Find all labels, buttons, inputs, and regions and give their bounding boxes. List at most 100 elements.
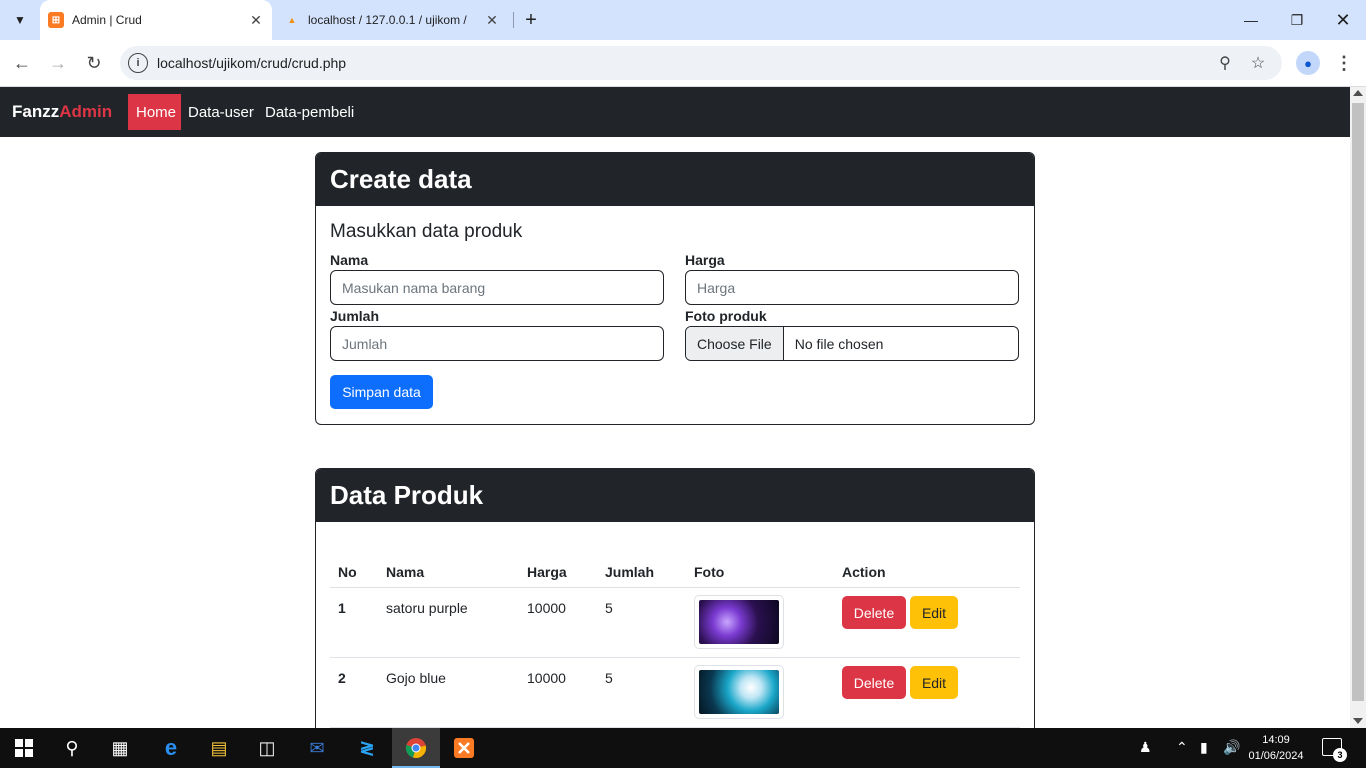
xampp-icon: ⊞ (48, 12, 64, 28)
system-clock[interactable]: 14:09 01/06/2024 (1246, 732, 1306, 764)
tab-title: localhost / 127.0.0.1 / ujikom / (308, 13, 467, 27)
windows-start-icon[interactable] (8, 732, 40, 764)
nama-input[interactable]: Masukan nama barang (330, 270, 664, 305)
row-jumlah: 5 (605, 600, 613, 616)
phpmyadmin-icon: ▲ (287, 15, 297, 25)
column-header-no: No (338, 564, 357, 580)
delete-button[interactable]: Delete (842, 666, 906, 699)
show-hidden-icons-chevron-icon[interactable]: ⌃ (1176, 739, 1188, 756)
data-card-title: Data Produk (316, 469, 1034, 522)
nav-data-user-label: Data-user (188, 103, 254, 121)
tab-search-icon[interactable]: ▼ (8, 8, 32, 32)
battery-icon[interactable]: ▮ (1200, 739, 1208, 756)
people-icon[interactable]: ♟ (1139, 739, 1152, 756)
site-info-icon[interactable]: i (128, 53, 148, 73)
page-scrollbar[interactable] (1350, 87, 1366, 728)
create-card-title: Create data (316, 153, 1034, 206)
scroll-up-arrow-icon[interactable] (1353, 90, 1363, 96)
windows-taskbar: ⚲ ▦ e ▤ ◫ ✉ ≷ ♟ ⌃ ▮ 🔊 14:09 01/06/2024 3 (0, 728, 1366, 768)
row-jumlah: 5 (605, 670, 613, 686)
row-no: 1 (338, 600, 346, 616)
forward-button[interactable]: → (43, 48, 73, 78)
jumlah-placeholder: Jumlah (342, 335, 388, 352)
data-produk-card: Data Produk No Nama Harga Jumlah Foto Ac… (315, 468, 1035, 728)
minimize-button[interactable]: — (1228, 0, 1274, 40)
foto-file-input[interactable]: Choose File No file chosen (685, 326, 1019, 361)
scroll-thumb[interactable] (1352, 103, 1364, 701)
foto-label: Foto produk (685, 308, 767, 324)
tab-admin-crud[interactable]: ⊞ Admin | Crud ✕ (40, 0, 272, 40)
bookmark-star-icon[interactable]: ☆ (1247, 52, 1269, 74)
choose-file-button[interactable]: Choose File (686, 327, 784, 360)
harga-input[interactable]: Harga (685, 270, 1019, 305)
edge-icon[interactable]: e (155, 732, 187, 764)
create-data-card: Create data Masukkan data produk Nama Ma… (315, 152, 1035, 425)
tab-divider (513, 12, 514, 28)
close-window-button[interactable]: ✕ (1320, 0, 1366, 40)
browser-menu-icon[interactable]: ⋮ (1334, 50, 1354, 76)
nav-data-user[interactable]: Data-user (180, 94, 262, 130)
xampp-taskbar-icon[interactable] (448, 732, 480, 764)
nav-data-pembeli-label: Data-pembeli (265, 103, 355, 121)
file-explorer-icon[interactable]: ▤ (203, 732, 235, 764)
new-tab-button[interactable]: + (520, 8, 542, 32)
address-bar[interactable]: i localhost/ujikom/crud/crud.php ⚲ ☆ (120, 46, 1282, 80)
tab-title: Admin | Crud (72, 13, 142, 27)
nav-home-label: Home (136, 103, 177, 121)
tab-phpmyadmin[interactable]: ▲ localhost / 127.0.0.1 / ujikom / ✕ (276, 0, 508, 40)
url-text[interactable]: localhost/ujikom/crud/crud.php (157, 55, 346, 71)
browser-tabstrip: ▼ ⊞ Admin | Crud ✕ ▲ localhost / 127.0.0… (0, 0, 1366, 40)
clock-date: 01/06/2024 (1248, 750, 1304, 762)
row-no: 2 (338, 670, 346, 686)
column-header-foto: Foto (694, 564, 725, 580)
row-nama: satoru purple (386, 600, 468, 616)
close-tab-icon[interactable]: ✕ (246, 10, 266, 30)
vscode-icon[interactable]: ≷ (351, 732, 383, 764)
profile-avatar-icon[interactable]: ● (1296, 51, 1320, 75)
browser-toolbar: ← → ↻ i localhost/ujikom/crud/crud.php ⚲… (0, 40, 1366, 87)
back-button[interactable]: ← (7, 48, 37, 78)
search-icon[interactable]: ⚲ (56, 732, 88, 764)
delete-button[interactable]: Delete (842, 596, 906, 629)
form-subtitle: Masukkan data produk (330, 221, 523, 242)
reload-button[interactable]: ↻ (79, 48, 109, 78)
file-status-text: No file chosen (794, 335, 884, 352)
product-thumbnail (694, 665, 784, 719)
edit-button[interactable]: Edit (910, 666, 958, 699)
satoru-purple-image (699, 600, 779, 644)
harga-placeholder: Harga (697, 279, 736, 296)
brand-accent: Admin (59, 102, 113, 121)
column-header-nama: Nama (386, 564, 425, 580)
column-header-jumlah: Jumlah (605, 564, 655, 580)
header-divider (330, 587, 1020, 588)
column-header-action: Action (842, 564, 886, 580)
clock-time: 14:09 (1262, 734, 1290, 746)
site-navbar: FanzzAdmin Home Data-user Data-pembeli (0, 87, 1350, 137)
brand-logo[interactable]: FanzzAdmin (12, 102, 112, 122)
nav-data-pembeli[interactable]: Data-pembeli (257, 94, 362, 130)
store-icon[interactable]: ◫ (251, 732, 283, 764)
product-thumbnail (694, 595, 784, 649)
jumlah-input[interactable]: Jumlah (330, 326, 664, 361)
close-tab-icon[interactable]: ✕ (482, 10, 502, 30)
simpan-data-button[interactable]: Simpan data (330, 375, 433, 409)
brand-main: Fanzz (12, 102, 60, 121)
row-divider (330, 657, 1020, 658)
edit-button[interactable]: Edit (910, 596, 958, 629)
harga-label: Harga (685, 252, 725, 268)
chrome-icon[interactable] (400, 732, 432, 764)
column-header-harga: Harga (527, 564, 567, 580)
mail-icon[interactable]: ✉ (301, 732, 333, 764)
gojo-blue-image (699, 670, 779, 714)
task-view-icon[interactable]: ▦ (104, 732, 136, 764)
zoom-icon[interactable]: ⚲ (1214, 52, 1236, 74)
row-harga: 10000 (527, 600, 566, 616)
scroll-down-arrow-icon[interactable] (1353, 718, 1363, 724)
restore-button[interactable]: ❐ (1274, 0, 1320, 40)
nav-home[interactable]: Home (128, 94, 181, 130)
nama-label: Nama (330, 252, 369, 268)
jumlah-label: Jumlah (330, 308, 380, 324)
notification-count-badge: 3 (1333, 748, 1347, 762)
row-nama: Gojo blue (386, 670, 446, 686)
volume-icon[interactable]: 🔊 (1223, 739, 1240, 756)
